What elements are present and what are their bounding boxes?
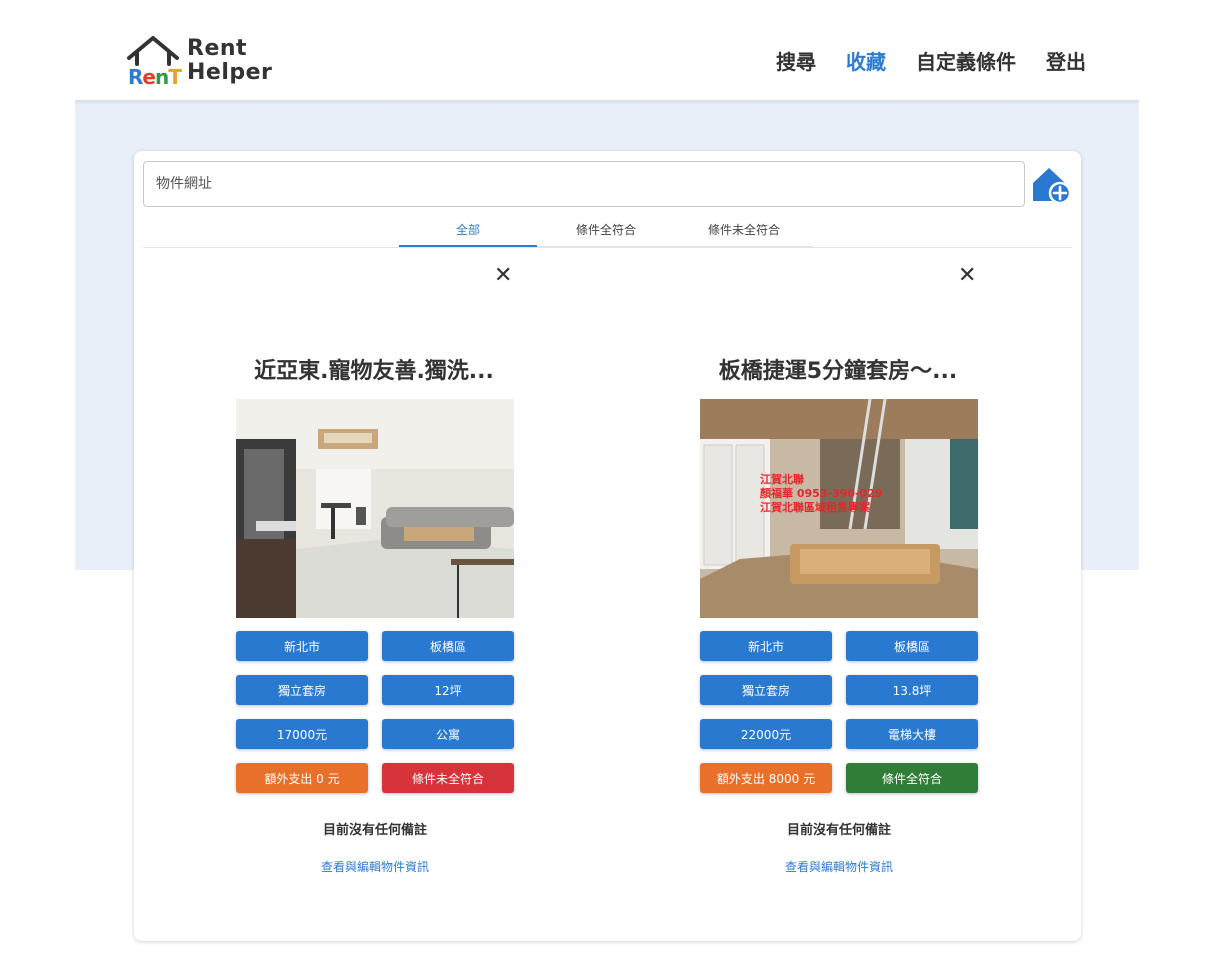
tag-district[interactable]: 板橋區 [846, 631, 978, 661]
tag-size[interactable]: 13.8坪 [846, 675, 978, 705]
tag-room-type[interactable]: 獨立套房 [236, 675, 368, 705]
close-icon[interactable]: ✕ [958, 265, 976, 287]
top-header: RenT Rent Helper 搜尋 收藏 自定義條件 登出 [0, 0, 1212, 100]
brand-name-top: Rent [187, 36, 248, 61]
nav-search[interactable]: 搜尋 [776, 46, 816, 75]
house-logo-icon [127, 36, 179, 66]
tab-all[interactable]: 全部 [399, 213, 537, 247]
svg-text:顏福華 0953-390-029: 顏福華 0953-390-029 [759, 486, 883, 500]
tag-size[interactable]: 12坪 [382, 675, 514, 705]
tag-match-status[interactable]: 條件全符合 [846, 763, 978, 793]
tag-extra-cost[interactable]: 額外支出 0 元 [236, 763, 368, 793]
property-note: 目前沒有任何備註 [322, 823, 427, 838]
tag-city[interactable]: 新北市 [700, 631, 832, 661]
property-title: 板橋捷運5分鐘套房～... [718, 359, 958, 384]
property-tags: 新北市 板橋區 獨立套房 12坪 17000元 公寓 額外支出 0 元 條件未全… [236, 631, 514, 793]
tag-price[interactable]: 17000元 [236, 719, 368, 749]
brand-mark: RenT [128, 65, 182, 89]
edit-property-link[interactable]: 查看與編輯物件資訊 [700, 858, 978, 875]
close-icon[interactable]: ✕ [494, 265, 512, 287]
tag-room-type[interactable]: 獨立套房 [700, 675, 832, 705]
header-shadow [75, 100, 1139, 105]
tag-city[interactable]: 新北市 [236, 631, 368, 661]
property-photo[interactable] [236, 399, 514, 618]
nav-favorites[interactable]: 收藏 [846, 46, 886, 75]
tag-match-status[interactable]: 條件未全符合 [382, 763, 514, 793]
main-nav: 搜尋 收藏 自定義條件 登出 [776, 46, 1086, 75]
property-photo[interactable]: 江賀北聯 顏福華 0953-390-029 江賀北聯區域租售專案 [700, 399, 978, 618]
tag-district[interactable]: 板橋區 [382, 631, 514, 661]
svg-text:江賀北聯區域租售專案: 江賀北聯區域租售專案 [760, 500, 871, 514]
tag-price[interactable]: 22000元 [700, 719, 832, 749]
property-url-input[interactable] [143, 161, 1025, 207]
add-home-icon[interactable] [1030, 163, 1072, 205]
property-note: 目前沒有任何備註 [786, 823, 891, 838]
nav-logout[interactable]: 登出 [1046, 46, 1086, 75]
favorites-card: 全部 條件全符合 條件未全符合 ✕ 近亞東.寵物友善.獨洗... [134, 151, 1081, 941]
tag-extra-cost[interactable]: 額外支出 8000 元 [700, 763, 832, 793]
property-title: 近亞東.寵物友善.獨洗... [254, 359, 494, 384]
tabs-divider [143, 247, 1072, 248]
tag-building-type[interactable]: 電梯大樓 [846, 719, 978, 749]
filter-tabs: 全部 條件全符合 條件未全符合 [399, 213, 814, 247]
tab-not-all-matched[interactable]: 條件未全符合 [675, 213, 813, 247]
svg-text:江賀北聯: 江賀北聯 [760, 472, 804, 486]
rent-helper-logo[interactable]: RenT Rent Helper [126, 34, 276, 89]
nav-custom-conditions[interactable]: 自定義條件 [916, 46, 1016, 75]
tag-building-type[interactable]: 公寓 [382, 719, 514, 749]
edit-property-link[interactable]: 查看與編輯物件資訊 [236, 858, 514, 875]
property-tags: 新北市 板橋區 獨立套房 13.8坪 22000元 電梯大樓 額外支出 8000… [700, 631, 978, 793]
tab-all-matched[interactable]: 條件全符合 [537, 213, 675, 247]
brand-name-bottom: Helper [187, 60, 273, 85]
